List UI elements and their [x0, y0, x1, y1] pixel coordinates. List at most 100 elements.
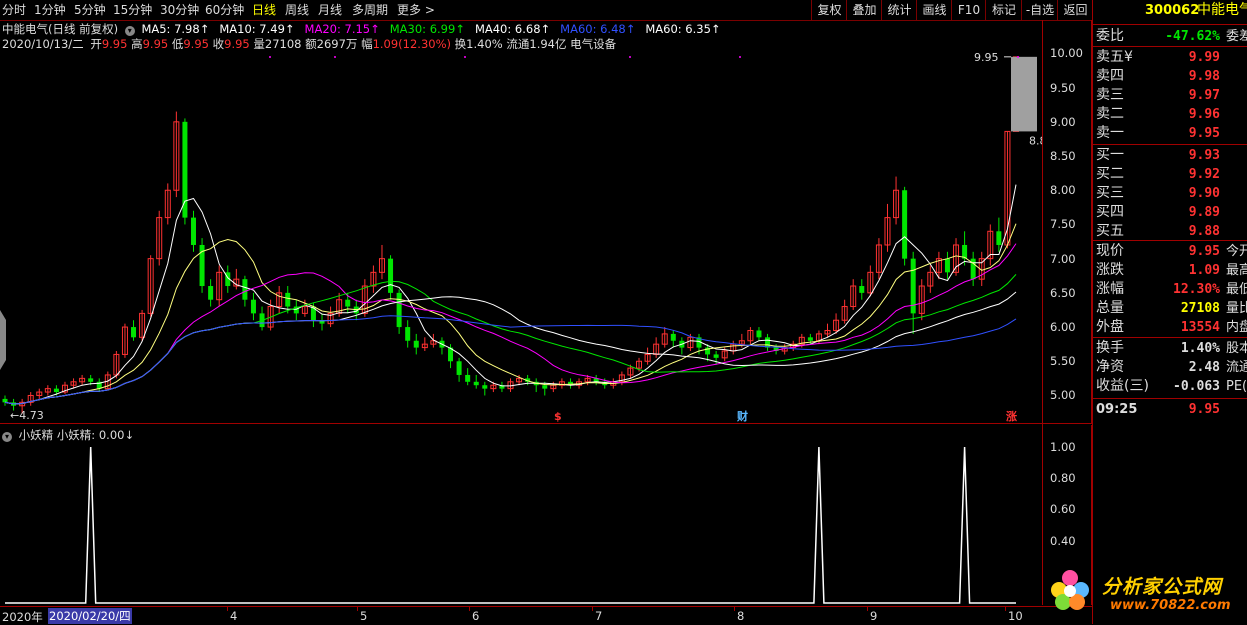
indicator-tick: 0.40 [1050, 533, 1076, 548]
candle-body [53, 388, 59, 393]
price-tick: 7.50 [1050, 217, 1076, 232]
price-marker-top: 9.95 [974, 51, 999, 64]
candlestick-chart[interactable]: 9.95 8.86 ←4.73 $ 财 涨 [0, 20, 1042, 424]
month-tick: 8 [737, 609, 745, 623]
signal-dot [739, 56, 741, 58]
ask-row-1: 卖四 9.98 [1093, 67, 1247, 86]
stat-row-2-value: 12.30% [1173, 282, 1220, 297]
candle-body [285, 292, 291, 307]
price-marker-limit: 8.86 [1029, 134, 1042, 147]
period-tab-0[interactable]: 分时 [2, 2, 26, 18]
signal-dot [464, 56, 466, 58]
candle-body [190, 217, 196, 245]
period-tab-5[interactable]: 60分钟 [205, 2, 244, 18]
stat-row-3-label: 总量 [1096, 300, 1124, 316]
month-tick-mark [592, 607, 593, 611]
watermark-title: 分析家公式网 [1102, 576, 1223, 598]
month-tick: 4 [230, 609, 238, 623]
signal-dot [1017, 56, 1019, 58]
stat2-row-0-label: 换手 [1096, 340, 1124, 356]
ask-row-3-label: 卖二 [1096, 106, 1124, 122]
period-tab-3[interactable]: 15分钟 [113, 2, 152, 18]
candle-body [345, 299, 351, 307]
ask-row-4-value: 9.95 [1188, 126, 1220, 141]
stat2-row-0-extra: 股本 [1226, 341, 1247, 356]
period-tab-7[interactable]: 周线 [285, 2, 309, 18]
month-tick: 6 [472, 609, 480, 623]
stat2-row-1-value: 2.48 [1188, 360, 1220, 375]
toolbar-button-7[interactable]: 返回 [1057, 0, 1093, 20]
toolbar-button-6[interactable]: -自选 [1021, 0, 1058, 20]
candle-body [182, 121, 188, 218]
candle-body [413, 340, 419, 348]
month-tick-mark [469, 607, 470, 611]
stat-row-1-label: 涨跌 [1096, 262, 1124, 278]
toolbar-button-2[interactable]: 统计 [881, 0, 917, 20]
price-tick: 10.00 [1050, 46, 1083, 61]
candle-body [131, 327, 137, 338]
candle-body [996, 231, 1002, 245]
weibi-extra: 委差 [1226, 29, 1247, 44]
price-tick: 9.00 [1050, 114, 1076, 129]
candle-body [902, 190, 908, 259]
toolbar-button-3[interactable]: 画线 [916, 0, 952, 20]
bid-row-4-value: 9.88 [1188, 224, 1220, 239]
tick-price: 9.95 [1188, 402, 1220, 417]
period-tab-4[interactable]: 30分钟 [160, 2, 199, 18]
ask-row-0-value: 9.99 [1188, 50, 1220, 65]
ask-row-1-label: 卖四 [1096, 68, 1124, 84]
period-tab-2[interactable]: 5分钟 [74, 2, 106, 18]
price-tick: 5.50 [1050, 354, 1076, 369]
month-tick: 9 [870, 609, 878, 623]
stat2-row-0-value: 1.40% [1180, 341, 1220, 356]
toolbar-button-0[interactable]: 复权 [811, 0, 847, 20]
toolbar-button-5[interactable]: 标记 [985, 0, 1022, 20]
candle-body [396, 292, 402, 328]
time-axis: 2020年 2020/02/20/四 4 5 6 7 8 9 10 [0, 606, 1092, 625]
candle-body [482, 385, 488, 389]
bid-row-4: 买五 9.88 [1093, 222, 1247, 241]
stat-row-3: 总量 27108 量比 [1093, 299, 1247, 318]
period-tab-9[interactable]: 多周期 [352, 2, 388, 18]
watermark: 分析家公式网 www.70822.com [1050, 566, 1245, 616]
ask-row-4: 卖一 9.95 [1093, 124, 1247, 143]
month-tick: 5 [360, 609, 368, 623]
toolbar-button-1[interactable]: 叠加 [846, 0, 882, 20]
stat-row-0-value: 9.95 [1188, 244, 1220, 259]
bid-row-1-label: 买二 [1096, 166, 1124, 182]
watermark-url: www.70822.com [1110, 598, 1231, 613]
candle-body [944, 258, 950, 273]
weibi-value: -47.62% [1165, 29, 1220, 44]
stat2-row-2-extra: PE(动) [1226, 379, 1247, 394]
month-tick-mark [867, 607, 868, 611]
stat2-row-1-label: 净资 [1096, 359, 1124, 375]
event-marker-limitup: 涨 [1006, 409, 1017, 423]
candle-body [88, 378, 94, 382]
limit-up-bar [1011, 56, 1037, 132]
period-tab-6[interactable]: 日线 [252, 2, 276, 18]
price-tick: 7.00 [1050, 251, 1076, 266]
ask-row-4-label: 卖一 [1096, 125, 1124, 141]
candle-body [756, 330, 762, 338]
price-tick: 6.00 [1050, 320, 1076, 335]
indicator-tick: 0.80 [1050, 471, 1076, 486]
signal-dot [334, 56, 336, 58]
period-tab-8[interactable]: 月线 [318, 2, 342, 18]
period-tab-1[interactable]: 1分钟 [34, 2, 66, 18]
month-tick: 7 [595, 609, 603, 623]
stat-row-4-extra: 内盘 [1226, 320, 1247, 335]
candle-body [765, 337, 771, 348]
toolbar-button-4[interactable]: F10 [951, 0, 986, 20]
stat-row-2: 涨幅 12.30% 最低 [1093, 280, 1247, 299]
stat-row-4-label: 外盘 [1096, 319, 1124, 335]
stat2-row-0: 换手 1.40% 股本 [1093, 339, 1247, 358]
ask-row-2-label: 卖三 [1096, 87, 1124, 103]
stat-row-1-value: 1.09 [1188, 263, 1220, 278]
axis-separator [1042, 20, 1043, 605]
tick-time: 09:25 [1096, 402, 1138, 417]
period-tab-10[interactable]: 更多 > [397, 2, 435, 18]
stock-code: 300062 [1145, 3, 1200, 18]
month-tick-mark [734, 607, 735, 611]
indicator-chart[interactable] [0, 425, 1042, 605]
price-marker-low: ←4.73 [10, 409, 44, 422]
